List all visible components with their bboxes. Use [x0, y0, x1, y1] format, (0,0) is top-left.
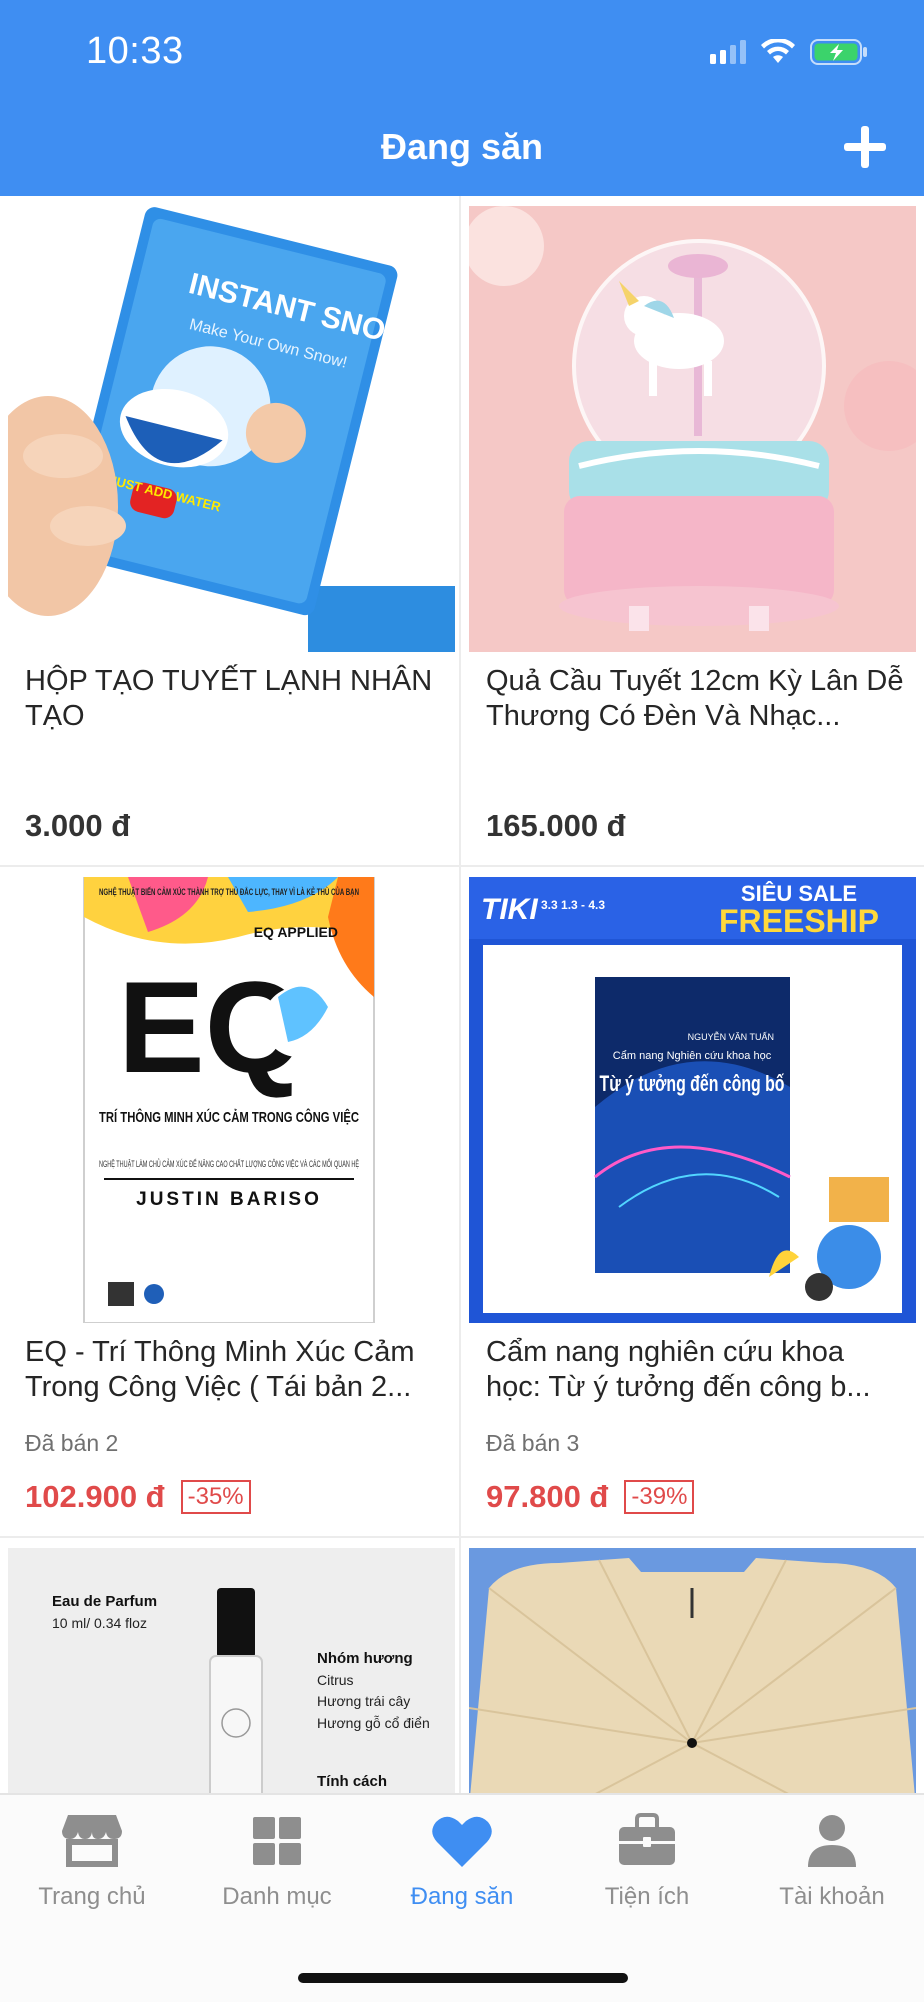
book-title2-text: Từ ý tưởng đến công bố [600, 1071, 785, 1096]
eq-sub-text: NGHỆ THUẬT LÀM CHỦ CẢM XÚC ĐỂ NÂNG CAO C… [99, 1158, 359, 1169]
product-price: 102.900 đ -35% [25, 1479, 251, 1515]
grid-icon [253, 1817, 301, 1865]
store-icon [62, 1815, 122, 1867]
perfume-group-text: Nhóm hương [317, 1650, 413, 1667]
status-icons [710, 34, 868, 70]
product-price: 165.000 đ [486, 808, 626, 843]
briefcase-icon [619, 1813, 675, 1865]
book-author-text: NGUYỄN VĂN TUẤN [688, 1031, 774, 1042]
wifi-icon [761, 39, 795, 63]
tab-account[interactable]: Tài khoản [740, 1813, 924, 1923]
add-button[interactable] [840, 122, 890, 172]
tab-label: Danh mục [222, 1883, 332, 1910]
bottom-tab-bar: Trang chủ Danh mục Đang săn Tiện ích Tài… [0, 1793, 924, 2002]
product-name: EQ - Trí Thông Minh Xúc Cảm Trong Công V… [25, 1336, 415, 1403]
tab-label: Đang săn [410, 1883, 514, 1910]
tiki-date-text: 3.3 1.3 - 4.3 [541, 898, 605, 912]
heart-icon [432, 1816, 492, 1867]
eq-top-text: NGHỆ THUẬT BIẾN CẢM XÚC THÀNH TRỢ THỦ ĐẮ… [99, 886, 359, 898]
home-indicator [298, 1973, 628, 1983]
tab-home[interactable]: Trang chủ [0, 1813, 184, 1923]
discount-badge: -39% [624, 1480, 695, 1514]
product-name: Cẩm nang nghiên cứu khoa học: Từ ý tưởng… [486, 1336, 871, 1403]
eq-title-text: TRÍ THÔNG MINH XÚC CẢM TRONG CÔNG VIỆC [99, 1108, 359, 1126]
price-value: 97.800 đ [486, 1479, 609, 1514]
product-card[interactable]: Quả Cầu Tuyết 12cm Kỳ Lân Dễ Thương Có Đ… [461, 196, 924, 867]
perfume-size-text: 10 ml/ 0.34 floz [52, 1615, 147, 1631]
discount-badge: -35% [180, 1480, 251, 1514]
signal-icon [710, 40, 746, 64]
tab-hunting[interactable]: Đang săn [370, 1813, 554, 1923]
tiki-freeship-text: FREESHIP [719, 903, 879, 939]
tab-utilities[interactable]: Tiện ích [555, 1813, 739, 1923]
tab-label: Tài khoản [779, 1883, 885, 1910]
product-image-sunshade [469, 1548, 916, 1808]
battery-charging-icon [810, 39, 867, 65]
product-card[interactable]: INSTANT SNOW Make Your Own Snow! JUST AD… [0, 196, 461, 867]
product-image-eq-book: NGHỆ THUẬT BIẾN CẢM XÚC THÀNH TRỢ THỦ ĐẮ… [8, 877, 455, 1323]
sold-count: Đã bán 3 [486, 1430, 580, 1456]
product-image-instant-snow: INSTANT SNOW Make Your Own Snow! JUST AD… [8, 206, 455, 652]
eq-author-text: JUSTIN BARISO [136, 1189, 322, 1210]
book-title1-text: Cẩm nang Nghiên cứu khoa học [613, 1050, 772, 1062]
person-icon [808, 1815, 856, 1867]
product-name: HỘP TẠO TUYẾT LẠNH NHÂN TẠO [25, 665, 433, 732]
page-title: Đang săn [380, 126, 544, 167]
product-image-perfume: Eau de Parfum 10 ml/ 0.34 floz Nhóm hươn… [8, 1548, 455, 1808]
product-card[interactable]: Eau de Parfum 10 ml/ 0.34 floz Nhóm hươn… [0, 1538, 461, 1808]
price-value: 102.900 đ [25, 1479, 165, 1514]
product-image-research-book: TIKI 3.3 1.3 - 4.3 SIÊU SALE FREESHIP NG… [469, 877, 916, 1323]
product-price: 97.800 đ -39% [486, 1479, 695, 1515]
plus-icon [844, 126, 886, 168]
app-header: 10:33 Đang săn [0, 0, 924, 196]
perfume-note-text: Hương gỗ cổ điển [317, 1715, 430, 1731]
product-price: 3.000 đ [25, 808, 131, 843]
tiki-logo-text: TIKI [481, 893, 538, 926]
perfume-note-text: Hương trái cây [317, 1693, 410, 1709]
status-time: 10:33 [86, 30, 184, 72]
product-grid: INSTANT SNOW Make Your Own Snow! JUST AD… [0, 196, 924, 1808]
perfume-type-text: Eau de Parfum [52, 1593, 157, 1610]
tab-categories[interactable]: Danh mục [185, 1813, 369, 1923]
product-card[interactable] [461, 1538, 924, 1808]
tab-label: Trang chủ [38, 1883, 146, 1910]
product-image-unicorn-globe [469, 206, 916, 652]
perfume-note-text: Citrus [317, 1672, 354, 1688]
eq-applied-text: EQ APPLIED [254, 924, 338, 940]
perfume-character-text: Tính cách [317, 1773, 387, 1790]
product-name: Quả Cầu Tuyết 12cm Kỳ Lân Dễ Thương Có Đ… [486, 665, 904, 732]
sold-count: Đã bán 2 [25, 1430, 119, 1456]
product-card[interactable]: NGHỆ THUẬT BIẾN CẢM XÚC THÀNH TRỢ THỦ ĐẮ… [0, 867, 461, 1538]
product-card[interactable]: TIKI 3.3 1.3 - 4.3 SIÊU SALE FREESHIP NG… [461, 867, 924, 1538]
tab-label: Tiện ích [604, 1883, 690, 1910]
